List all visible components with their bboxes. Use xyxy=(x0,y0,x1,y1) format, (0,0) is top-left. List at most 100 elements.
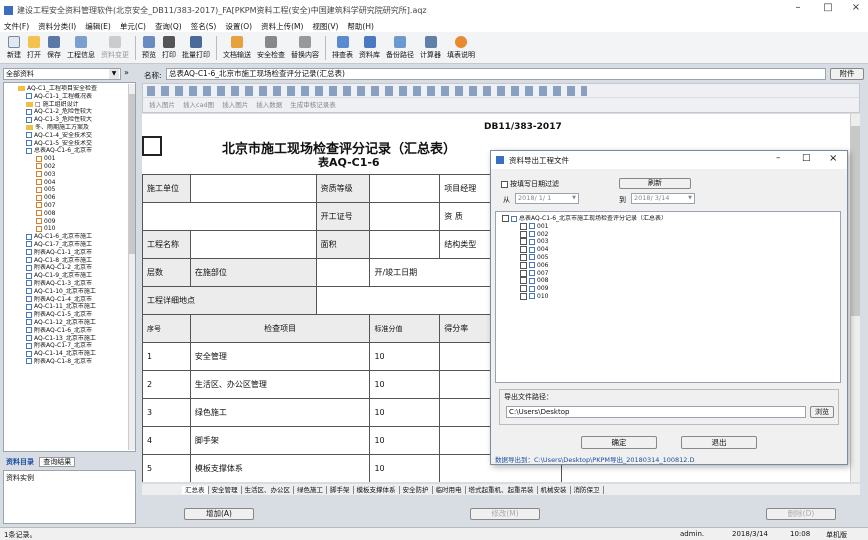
refresh-button[interactable]: 刷新 xyxy=(619,178,691,189)
tree-item[interactable]: 003 xyxy=(18,171,127,179)
tree-item[interactable]: 005 xyxy=(18,186,127,194)
open-button[interactable]: 打开 xyxy=(24,32,44,63)
tree-item[interactable]: AQ-C1-3_危险性较大 xyxy=(18,116,127,124)
project-info-button[interactable]: 工程信息 xyxy=(64,32,98,63)
tree-item[interactable]: 002 xyxy=(18,163,127,171)
add-button[interactable]: 增加(A) xyxy=(184,508,254,520)
tree-item[interactable]: 008 xyxy=(18,210,127,218)
menu-cell[interactable]: 单元(C) xyxy=(120,21,146,32)
tree-item[interactable]: 007 xyxy=(502,269,834,278)
sheet-tab[interactable]: 机械安装 xyxy=(537,486,571,494)
tree-item[interactable]: 010 xyxy=(18,225,127,233)
tree-item[interactable]: AQ-C1-7_北京市施工 xyxy=(18,241,127,249)
cell-input[interactable] xyxy=(142,202,317,231)
change-button[interactable]: 资料变更 xyxy=(98,32,132,63)
scroll-thumb[interactable] xyxy=(129,94,135,254)
sheet-tab[interactable]: 临时用电 xyxy=(432,486,466,494)
scroll-thumb[interactable] xyxy=(851,126,860,316)
delete-button[interactable]: 删除(D) xyxy=(766,508,836,520)
insert-image-button[interactable]: 插入图片 xyxy=(149,99,175,109)
insert-cad-button[interactable]: 插入cad图 xyxy=(183,99,214,109)
tree-item[interactable]: 附表AQ-C1-3_北京市 xyxy=(18,280,127,288)
ok-button[interactable]: 确定 xyxy=(581,436,657,449)
minimize-icon[interactable]: – xyxy=(784,2,812,18)
tree-item[interactable]: AQ-C1-5_安全技术交 xyxy=(18,140,127,148)
maximize-icon[interactable]: □ xyxy=(802,153,811,163)
from-date-field[interactable]: 2018/ 1/ 1 ▼ xyxy=(515,193,579,204)
insert-picture-button[interactable]: 插入图片 xyxy=(222,99,248,109)
menu-category[interactable]: 资料分类(I) xyxy=(38,21,76,32)
sheet-tab[interactable]: 塔式起重机、起重吊装 xyxy=(465,486,538,494)
tree-item[interactable]: AQ-C1-13_北京市施工 xyxy=(18,335,127,343)
save-button[interactable]: 保存 xyxy=(44,32,64,63)
tree-item[interactable]: 006 xyxy=(502,261,834,270)
insert-data-button[interactable]: 插入数据 xyxy=(256,99,282,109)
tree-root[interactable]: 总表AQ-C1-6_北京市施工现场检查评分记录（汇总表） xyxy=(502,215,834,223)
tree-item[interactable]: AQ-C1-2_危险性较大 xyxy=(18,108,127,116)
tree-item[interactable]: AQ-C1-11_北京市施工 xyxy=(18,303,127,311)
expand-icon[interactable]: » xyxy=(124,68,129,77)
modify-button[interactable]: 修改(M) xyxy=(470,508,540,520)
sheet-tab[interactable]: 汇总表 xyxy=(182,486,209,494)
path-input[interactable]: C:\Users\Desktop xyxy=(506,406,806,418)
tree-item[interactable]: 001 xyxy=(502,222,834,231)
menu-sign[interactable]: 签名(S) xyxy=(191,21,217,32)
cell-input[interactable] xyxy=(189,174,317,203)
library-button[interactable]: 资料库 xyxy=(356,32,383,63)
tree-item[interactable]: 冬、雨期施工方案及 xyxy=(18,124,127,132)
cell-input[interactable] xyxy=(189,230,317,259)
tree-item[interactable]: □ 施工组织设计 xyxy=(18,101,127,109)
tree-item[interactable]: AQ-C1-1_工程概况表 xyxy=(18,93,127,101)
close-icon[interactable]: × xyxy=(829,153,837,164)
sheet-tab[interactable]: 脚手架 xyxy=(327,486,354,494)
tree-item[interactable]: AQ-C1-4_安全技术交 xyxy=(18,132,127,140)
menu-edit[interactable]: 编辑(E) xyxy=(85,21,111,32)
tree-item[interactable]: 007 xyxy=(18,202,127,210)
tree-item[interactable]: 附表AQ-C1-1_北京市 xyxy=(18,249,127,257)
tree-item[interactable]: 附表AQ-C1-8_北京市 xyxy=(18,358,127,366)
new-button[interactable]: 新建 xyxy=(4,32,24,63)
cell-input[interactable] xyxy=(369,174,441,203)
check-table-button[interactable]: 排查表 xyxy=(329,32,356,63)
tree-item[interactable]: AQ-C1-8_北京市施工 xyxy=(18,257,127,265)
sheet-vscroll[interactable] xyxy=(850,114,860,482)
tree-item[interactable]: AQ-C1-9_北京市施工 xyxy=(18,272,127,280)
batch-print-button[interactable]: 批量打印 xyxy=(179,32,213,63)
tree-item[interactable]: 附表AQ-C1-7_北京市 xyxy=(18,342,127,350)
tree-item[interactable]: 004 xyxy=(502,246,834,254)
print-button[interactable]: 打印 xyxy=(159,32,179,63)
menu-upload[interactable]: 资料上传(M) xyxy=(261,21,303,32)
tree-scrollbar[interactable] xyxy=(128,84,135,450)
safety-check-button[interactable]: 安全检查 xyxy=(254,32,288,63)
doc-transfer-button[interactable]: 文档输送 xyxy=(220,32,254,63)
filter-check[interactable]: 按填写日期过滤 xyxy=(501,179,559,189)
backup-path-button[interactable]: 备份路径 xyxy=(383,32,417,63)
tree-item[interactable]: 009 xyxy=(502,285,834,293)
name-field[interactable]: 总表AQ-C1-6_北京市施工现场检查评分记录(汇总表) xyxy=(166,68,826,80)
tree-item[interactable]: 004 xyxy=(18,179,127,187)
category-combo[interactable]: 全部资料 ▼ xyxy=(3,68,121,80)
minimize-icon[interactable]: – xyxy=(776,153,781,163)
sheet-tab[interactable]: 绿色施工 xyxy=(294,486,327,494)
icon-strip[interactable] xyxy=(147,86,587,96)
tree-item[interactable]: AQ-C1-14_北京市施工 xyxy=(18,350,127,358)
sheet-tab[interactable]: 模板支撑体系 xyxy=(353,486,400,494)
tree-item[interactable]: 010 xyxy=(502,292,834,301)
tree-item[interactable]: 附表AQ-C1-5_北京市 xyxy=(18,311,127,319)
tree-item[interactable]: 006 xyxy=(18,194,127,202)
cell-input[interactable] xyxy=(315,258,371,287)
attachment-button[interactable]: 附件 xyxy=(830,68,864,80)
menu-settings[interactable]: 设置(O) xyxy=(225,21,252,32)
tree-item[interactable]: 001 xyxy=(18,155,127,163)
close-icon[interactable]: × xyxy=(842,2,868,18)
tree-item[interactable]: 002 xyxy=(502,230,834,239)
tree-item[interactable]: 附表AQ-C1-6_北京市 xyxy=(18,327,127,335)
cancel-button[interactable]: 退出 xyxy=(681,436,757,449)
browse-button[interactable]: 浏览 xyxy=(810,406,834,418)
sheet-tab[interactable]: 生活区、办公区 xyxy=(241,486,294,494)
sheet-tab[interactable]: 消防保卫 xyxy=(570,486,604,494)
tree-item[interactable]: 008 xyxy=(502,277,834,285)
tree-item[interactable]: AQ-C1-12_北京市施工 xyxy=(18,319,127,327)
tree-item[interactable]: 009 xyxy=(18,218,127,226)
tab-catalog[interactable]: 资料目录 xyxy=(3,458,37,466)
